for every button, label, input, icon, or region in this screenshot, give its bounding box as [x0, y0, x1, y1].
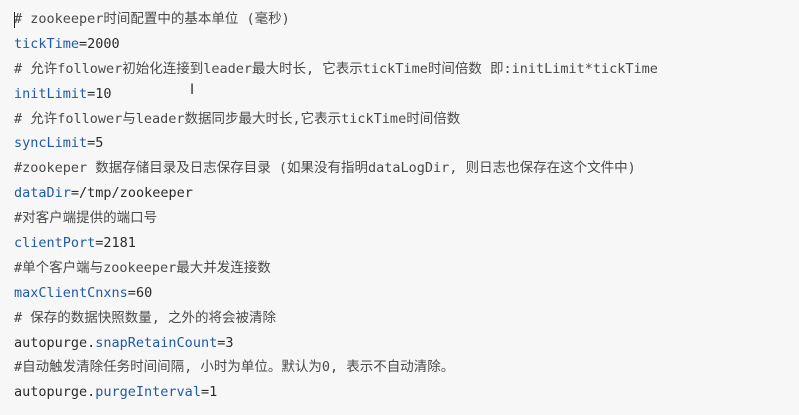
- setting-value: 5: [95, 135, 104, 152]
- setting-key: dataDir: [14, 185, 71, 202]
- setting-value: 2181: [103, 235, 136, 252]
- setting-line-ticktime[interactable]: tickTime=2000: [14, 32, 799, 57]
- setting-key: snapRetainCount: [95, 334, 218, 351]
- comment-line[interactable]: # 允许follower与leader数据同步最大时长,它表示tickTime时…: [14, 107, 799, 132]
- comment-line[interactable]: # zookeeper时间配置中的基本单位 (毫秒): [14, 7, 799, 32]
- setting-value: 1: [209, 384, 218, 401]
- comment-line[interactable]: # 保存的数据快照数量, 之外的将会被清除: [14, 306, 799, 331]
- setting-line-maxclientcnxns[interactable]: maxClientCnxns=60: [14, 281, 799, 306]
- comment-line[interactable]: #自动触发清除任务时间间隔, 小时为单位。默认为0, 表示不自动清除。: [14, 355, 799, 380]
- setting-key: clientPort: [14, 235, 96, 252]
- setting-key: syncLimit: [14, 135, 88, 152]
- setting-line-clientport[interactable]: clientPort=2181: [14, 231, 799, 256]
- setting-key: tickTime: [14, 35, 80, 52]
- setting-line-purgeinterval[interactable]: autopurge.purgeInterval=1: [14, 380, 799, 405]
- setting-prefix: autopurge.: [14, 384, 96, 401]
- setting-line-snapretaincount[interactable]: autopurge.snapRetainCount=3: [14, 331, 799, 356]
- setting-line-synclimit[interactable]: syncLimit=5: [14, 131, 799, 156]
- comment-line[interactable]: # 允许follower初始化连接到leader最大时长, 它表示tickTim…: [14, 57, 799, 82]
- text-caret: [14, 12, 15, 28]
- setting-value: 60: [135, 284, 153, 301]
- setting-value: /tmp/zookeeper: [79, 185, 193, 202]
- setting-value: 10: [95, 85, 112, 102]
- setting-value: 2000: [87, 35, 120, 52]
- setting-key: initLimit: [14, 85, 88, 102]
- setting-value: 3: [225, 334, 234, 351]
- comment-line[interactable]: #zookeper 数据存储目录及日志保存目录 (如果没有指明dataLogDi…: [14, 156, 799, 181]
- comment-line[interactable]: #单个客户端与zookeeper最大并发连接数: [14, 256, 799, 281]
- i-beam-cursor-icon: I: [190, 82, 195, 98]
- setting-line-initlimit[interactable]: initLimit=10: [14, 82, 799, 107]
- setting-line-datadir[interactable]: dataDir=/tmp/zookeeper: [14, 181, 799, 206]
- setting-prefix: autopurge.: [14, 334, 96, 351]
- comment-line[interactable]: #对客户端提供的端口号: [14, 206, 799, 231]
- setting-key: maxClientCnxns: [14, 284, 128, 301]
- setting-key: purgeInterval: [95, 384, 201, 401]
- config-editor[interactable]: I # zookeeper时间配置中的基本单位 (毫秒) tickTime=20…: [0, 0, 799, 415]
